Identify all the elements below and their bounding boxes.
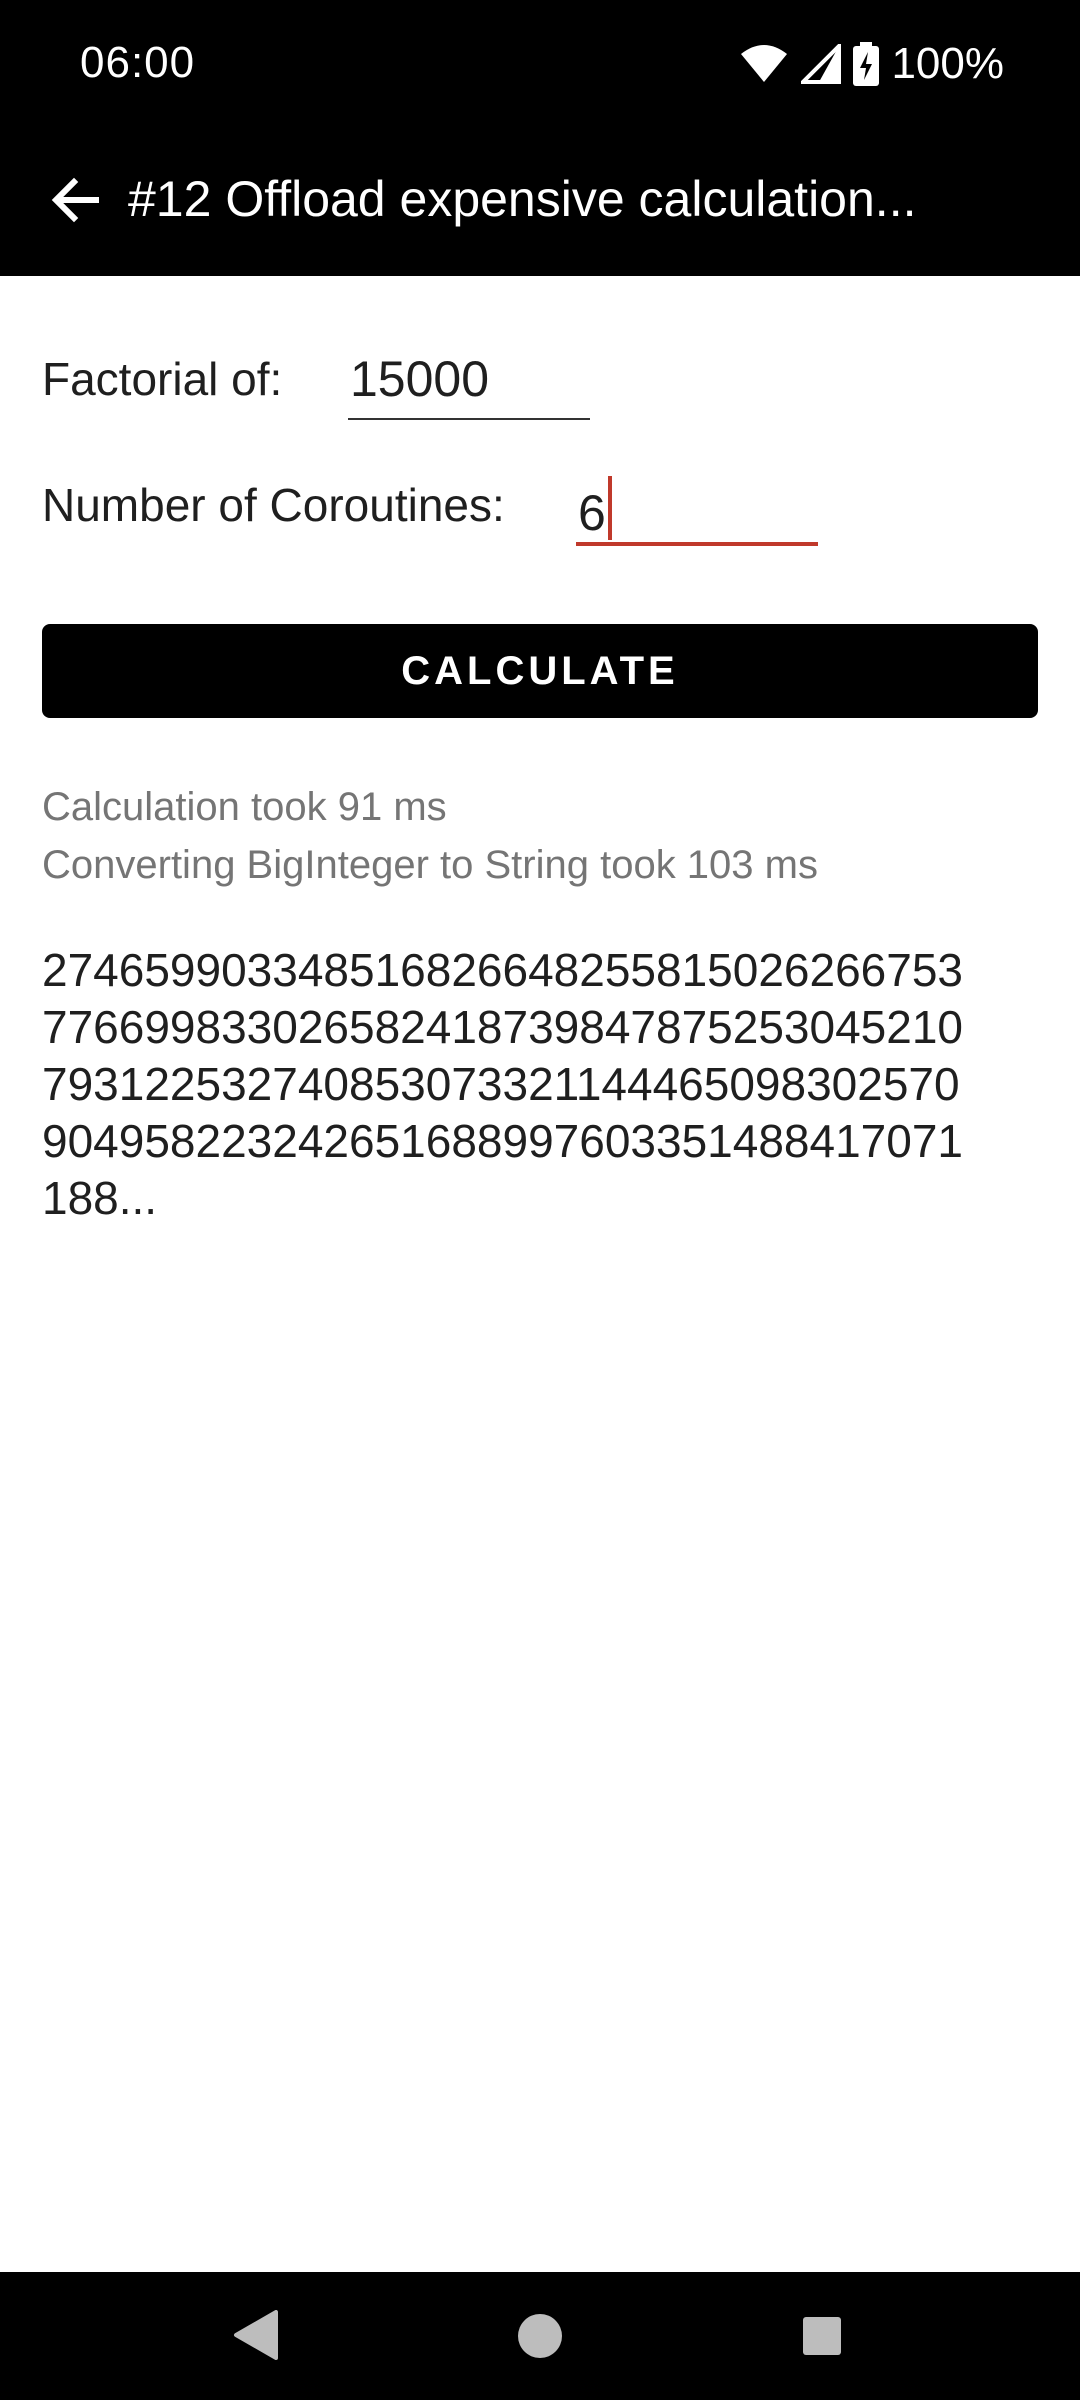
wifi-icon	[741, 45, 788, 82]
text-cursor	[607, 476, 612, 540]
cell-signal-icon	[801, 44, 842, 84]
calculate-button[interactable]: CALCULATE	[42, 624, 1038, 718]
result-line: 274659903348516826648255815026266753	[42, 944, 963, 996]
navigation-bar	[0, 2272, 1080, 2400]
coroutines-input[interactable]: 6	[576, 476, 818, 546]
status-bar: 06:00 100%	[0, 0, 1080, 126]
result-text: 274659903348516826648255815026266753 776…	[42, 942, 1042, 1227]
nav-recents-icon[interactable]	[802, 2316, 842, 2356]
conversion-time-text: Converting BigInteger to String took 103…	[42, 843, 818, 887]
status-icons: 100%	[739, 36, 1004, 92]
result-line: 793122532740853073321144465098302570	[42, 1058, 960, 1110]
battery-percent: 100%	[891, 39, 1004, 88]
battery-charging-icon	[853, 42, 880, 86]
arrow-back-icon[interactable]	[46, 170, 106, 230]
factorial-input[interactable]: 15000	[348, 350, 590, 420]
result-line: 904958223242651688997603351488417071	[42, 1115, 963, 1167]
timing-info: Calculation took 91 ms Converting BigInt…	[42, 778, 818, 894]
status-time: 06:00	[80, 38, 196, 87]
factorial-label: Factorial of:	[42, 353, 283, 405]
nav-back-icon[interactable]	[232, 2310, 278, 2360]
nav-home-icon[interactable]	[516, 2312, 564, 2360]
page-title: #12 Offload expensive calculation...	[128, 171, 917, 227]
toolbar: #12 Offload expensive calculation...	[0, 126, 1080, 276]
result-line: 776699833026582418739847875253045210	[42, 1001, 963, 1053]
coroutines-value: 6	[578, 485, 606, 541]
coroutines-label: Number of Coroutines:	[42, 479, 505, 531]
calculation-time-text: Calculation took 91 ms	[42, 785, 447, 829]
result-line: 188...	[42, 1172, 158, 1224]
factorial-value: 15000	[350, 351, 490, 407]
